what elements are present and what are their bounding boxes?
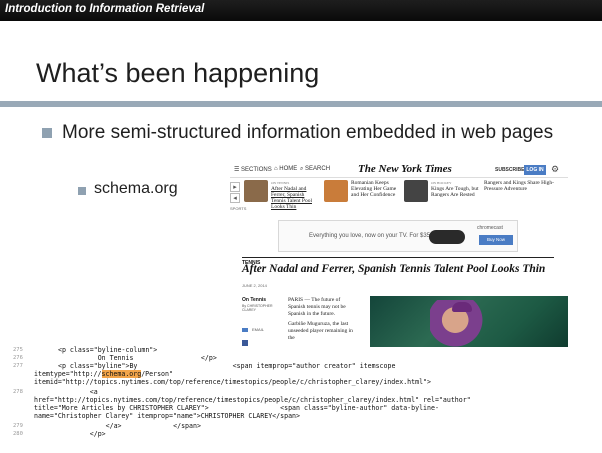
schema-org-highlight: schema.org bbox=[101, 370, 142, 378]
carousel-next-icon[interactable]: ▸ bbox=[230, 182, 240, 192]
sports-label: SPORTS bbox=[230, 206, 247, 211]
code-line: </p> bbox=[58, 430, 106, 438]
email-label[interactable]: EMAIL bbox=[252, 327, 264, 332]
article-body: PARIS — The future of Spanish tennis may… bbox=[288, 297, 356, 345]
story-title: Rangers and Kings Share High-Pressure Ad… bbox=[484, 180, 554, 192]
nyt-screenshot: ☰ SECTIONS ⌂ HOME ⌕ SEARCH The New York … bbox=[230, 160, 568, 350]
title-rule bbox=[0, 101, 602, 107]
nyt-logo[interactable]: The New York Times bbox=[358, 163, 452, 175]
login-button[interactable]: LOG IN bbox=[524, 165, 546, 175]
line-number: 280 bbox=[13, 431, 23, 437]
ad-brand: chromecast bbox=[477, 225, 503, 231]
sub-bullet-text: schema.org bbox=[94, 180, 178, 197]
line-number: 278 bbox=[13, 389, 23, 395]
article-paragraph: PARIS — The future of Spanish tennis may… bbox=[288, 297, 346, 317]
article-paragraph: Garbiñe Muguruza, the last unseeded play… bbox=[288, 321, 353, 341]
buy-now-button[interactable]: Buy Now bbox=[479, 235, 513, 245]
line-number: 277 bbox=[13, 363, 23, 369]
article-photo bbox=[370, 296, 568, 350]
story-thumbnail bbox=[244, 180, 268, 202]
story-title: Kings Are Tough, but Rangers Are Rested bbox=[431, 186, 479, 198]
carousel-prev-icon[interactable]: ◂ bbox=[230, 193, 240, 203]
bullet-text: More semi-structured information embedde… bbox=[62, 122, 554, 143]
gear-icon[interactable]: ⚙ bbox=[551, 164, 559, 175]
email-icon[interactable] bbox=[242, 328, 248, 332]
story-thumbnail bbox=[324, 180, 348, 202]
sub-bullet-marker bbox=[78, 187, 86, 195]
bullet-marker bbox=[42, 128, 52, 138]
facebook-icon[interactable] bbox=[242, 340, 248, 346]
home-button[interactable]: ⌂ HOME bbox=[274, 166, 297, 172]
section-divider bbox=[242, 257, 554, 258]
subscribe-link[interactable]: SUBSCRIBE bbox=[495, 167, 524, 173]
ad-text: Everything you love, now on your TV. For… bbox=[309, 233, 432, 239]
story-thumbnail bbox=[404, 180, 428, 202]
article-headline: After Nadal and Ferrer, Spanish Tennis T… bbox=[242, 263, 546, 275]
chromecast-device-image bbox=[429, 230, 465, 244]
line-number: 275 bbox=[13, 347, 23, 353]
line-number: 279 bbox=[13, 423, 23, 429]
chromecast-ad[interactable]: Everything you love, now on your TV. For… bbox=[278, 220, 518, 252]
slide-title: What’s been happening bbox=[36, 58, 320, 88]
course-header-bar: Introduction to Information Retrieval bbox=[0, 0, 602, 21]
code-fragment: itemtype="http:// bbox=[34, 370, 102, 378]
search-button[interactable]: ⌕ SEARCH bbox=[300, 166, 330, 173]
sections-button[interactable]: ☰ SECTIONS bbox=[234, 166, 272, 173]
code-line: itemid="http://topics.nytimes.com/top/re… bbox=[34, 378, 431, 386]
line-number: 276 bbox=[13, 355, 23, 361]
byline[interactable]: By CHRISTOPHER CLAREY bbox=[242, 304, 282, 312]
column-name[interactable]: On Tennis bbox=[242, 297, 266, 303]
story-title: Romanian Keeps Elevating Her Game and He… bbox=[351, 180, 397, 198]
course-title: Introduction to Information Retrieval bbox=[5, 3, 205, 15]
code-line: name="Christopher Clarey" itemprop="name… bbox=[34, 412, 300, 420]
code-fragment: /Person" bbox=[141, 370, 173, 378]
nyt-masthead: ☰ SECTIONS ⌂ HOME ⌕ SEARCH The New York … bbox=[230, 162, 568, 178]
source-code-snippet: 275 <p class="byline-column"> 276 On Ten… bbox=[0, 346, 602, 453]
story-title: After Nadal and Ferrer, Spanish Tennis T… bbox=[271, 186, 312, 210]
article-date: JUNE 2, 2014 bbox=[242, 283, 267, 288]
player-cap bbox=[452, 302, 472, 312]
